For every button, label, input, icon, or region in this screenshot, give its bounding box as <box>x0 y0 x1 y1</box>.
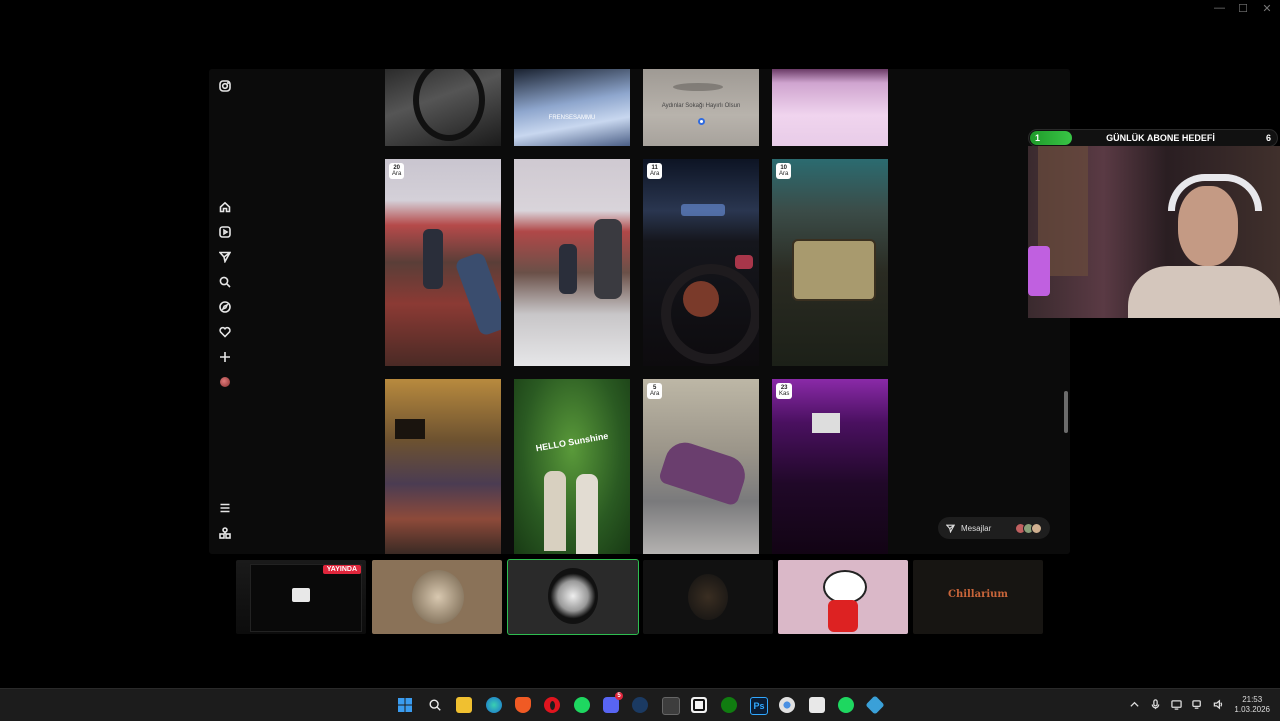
live-badge: YAYINDA <box>322 565 361 574</box>
post-tile[interactable] <box>772 69 888 146</box>
stream-thumbnail[interactable]: Chillarium <box>913 560 1043 634</box>
stream-thumbnail[interactable] <box>507 559 639 635</box>
clock-time: 21:53 <box>1242 695 1263 704</box>
reels-icon[interactable] <box>219 226 231 238</box>
post-tile[interactable]: 5 Ara <box>643 379 759 554</box>
post-date-badge: 10 Ara <box>776 163 792 179</box>
stream-thumbnail[interactable] <box>778 560 908 634</box>
system-clock[interactable]: 21:53 1.03.2026 <box>1234 695 1270 715</box>
posts-grid: FRENSESAMMU Aydınlar Sokağı Hayırlı Olsu… <box>385 69 895 554</box>
close-button[interactable]: ✕ <box>1262 2 1272 15</box>
post-tile[interactable]: 23 Kas <box>772 379 888 554</box>
post-date-badge: 20 Ara <box>389 163 405 179</box>
chevron-up-icon[interactable] <box>1129 699 1140 712</box>
instagram-icon[interactable] <box>219 80 231 92</box>
brave-icon[interactable] <box>515 697 531 713</box>
post-tile[interactable]: Aydınlar Sokağı Hayırlı Olsun <box>643 69 759 146</box>
capcut-icon[interactable] <box>691 697 707 713</box>
post-tile[interactable]: FRENSESAMMU <box>514 69 630 146</box>
heart-icon[interactable] <box>219 326 231 338</box>
post-tile[interactable]: 20 Ara <box>385 159 501 366</box>
post-tile[interactable]: 10 Ara <box>772 159 888 366</box>
photoshop-icon[interactable]: Ps <box>750 697 768 715</box>
meta-icon[interactable] <box>219 527 231 539</box>
stream-thumbnail[interactable]: YAYINDA <box>236 560 366 634</box>
steam-icon[interactable] <box>632 697 648 713</box>
post-tile[interactable]: HELLO Sunshine <box>514 379 630 554</box>
post-date-badge: 5 Ara <box>647 383 663 399</box>
menu-icon[interactable] <box>219 502 231 514</box>
xbox-icon[interactable] <box>721 697 737 713</box>
goal-title: GÜNLÜK ABONE HEDEFİ <box>1106 133 1215 143</box>
search-icon[interactable] <box>219 276 231 288</box>
taskmanager-icon[interactable] <box>809 697 825 713</box>
subscriber-goal-bar: 1 GÜNLÜK ABONE HEDEFİ 6 <box>1028 129 1278 147</box>
goal-current: 1 <box>1035 133 1041 143</box>
post-date-badge: 23 Kas <box>776 383 793 399</box>
plus-icon[interactable] <box>219 351 231 363</box>
messages-avatars <box>1015 522 1042 534</box>
channel-name: Chillarium <box>947 589 1009 600</box>
messages-button[interactable]: Mesajlar <box>938 517 1050 539</box>
spotify-icon[interactable] <box>838 697 854 713</box>
system-tray: 21:53 1.03.2026 <box>1129 689 1270 721</box>
home-icon[interactable] <box>219 201 231 213</box>
profile-avatar[interactable] <box>219 376 231 388</box>
webcam-feed <box>1028 146 1280 318</box>
post-caption: Aydınlar Sokağı Hayırlı Olsun <box>661 103 741 109</box>
send-icon[interactable] <box>219 251 231 263</box>
messages-label: Mesajlar <box>961 523 992 533</box>
store-icon[interactable] <box>865 695 885 715</box>
minimize-button[interactable]: — <box>1214 2 1225 15</box>
send-icon <box>946 524 955 533</box>
post-date-badge: 11 Ara <box>647 163 663 179</box>
file-explorer-icon[interactable] <box>456 697 472 713</box>
window-controls: — ☐ ✕ <box>1214 2 1272 15</box>
spotify-icon[interactable] <box>574 697 590 713</box>
display-icon[interactable] <box>1171 699 1183 712</box>
stream-thumbnail[interactable] <box>372 560 502 634</box>
instagram-window: FRENSESAMMU Aydınlar Sokağı Hayırlı Olsu… <box>209 69 1070 554</box>
explore-icon[interactable] <box>219 301 231 313</box>
goal-target: 6 <box>1265 133 1271 143</box>
chrome-icon[interactable] <box>779 697 795 713</box>
opera-icon[interactable] <box>544 697 560 713</box>
stream-thumbnail[interactable] <box>643 560 773 634</box>
discord-icon[interactable]: 5 <box>603 692 623 713</box>
post-tile[interactable] <box>385 69 501 146</box>
post-tile[interactable] <box>514 159 630 366</box>
microphone-icon[interactable] <box>1150 698 1161 712</box>
search-icon[interactable] <box>427 697 443 713</box>
windows-start-icon[interactable] <box>397 697 413 713</box>
maximize-button[interactable]: ☐ <box>1238 2 1248 15</box>
volume-icon[interactable] <box>1213 698 1224 712</box>
taskbar: 5 Ps 21:53 1.03.2026 <box>0 688 1280 721</box>
edge-icon[interactable] <box>486 697 502 713</box>
post-caption: FRENSESAMMU <box>548 115 596 121</box>
discord-badge: 5 <box>615 692 623 700</box>
post-tile[interactable] <box>385 379 501 554</box>
clock-date: 1.03.2026 <box>1234 705 1270 714</box>
network-icon[interactable] <box>1192 699 1203 712</box>
post-tile[interactable]: 11 Ara <box>643 159 759 366</box>
instagram-sidebar <box>209 69 241 554</box>
calculator-icon[interactable] <box>662 697 680 715</box>
post-caption: HELLO Sunshine <box>534 430 610 454</box>
